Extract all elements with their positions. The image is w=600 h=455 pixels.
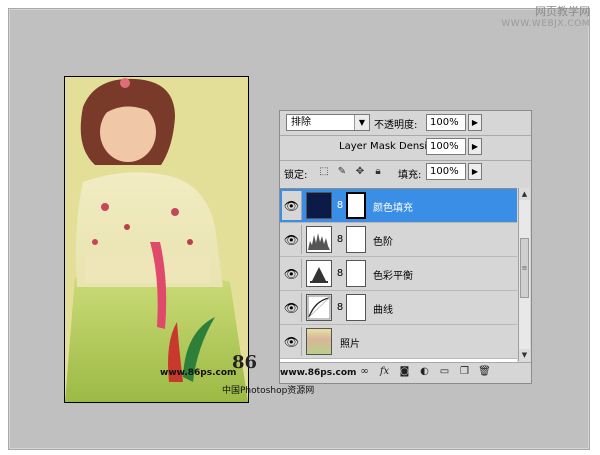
- layer-mask-thumbnail[interactable]: [346, 294, 366, 321]
- lock-icons: ⬚ ✎ ✥ 🔒︎: [318, 166, 384, 177]
- layers-bottom-toolbar: www.86ps.com ∞ fx ◙ ◐ ▭ ❐ 🗑︎: [280, 362, 531, 383]
- layers-scrollbar[interactable]: ▲ ≡ ▼: [518, 188, 530, 361]
- bottom-site-watermark: www.86ps.com: [280, 368, 357, 378]
- lock-brush-icon[interactable]: ✎: [336, 166, 348, 177]
- layer-name: 颜色填充: [373, 203, 413, 214]
- opacity-label: 不透明度:: [374, 120, 418, 131]
- blend-mode-select[interactable]: 排除 ▼: [286, 114, 370, 131]
- lock-move-icon[interactable]: ✥: [354, 166, 366, 177]
- fill-stepper[interactable]: ▶: [468, 163, 482, 180]
- visibility-eye-icon[interactable]: 👁︎: [282, 191, 302, 220]
- fill-label: 填充:: [398, 170, 422, 181]
- mask-density-stepper[interactable]: ▶: [468, 138, 482, 155]
- layer-mask-thumbnail[interactable]: [346, 226, 366, 253]
- photo-illustration: [65, 77, 248, 402]
- photo-cn-watermark: 中国Photoshop资源网: [222, 386, 315, 396]
- link-icon[interactable]: ∞: [358, 366, 371, 377]
- solid-color-fill-icon[interactable]: [306, 192, 332, 219]
- layer-name: 照片: [340, 339, 360, 350]
- visibility-eye-icon[interactable]: 👁︎: [282, 293, 302, 322]
- layer-row-photo[interactable]: 👁︎ 照片: [280, 325, 517, 359]
- new-layer-icon[interactable]: ❐: [458, 366, 471, 377]
- link-chain-icon: 8: [336, 234, 344, 245]
- divider: [280, 135, 531, 136]
- opacity-input[interactable]: 100%: [426, 114, 466, 131]
- layer-row-curves[interactable]: 👁︎ 8 曲线: [280, 291, 517, 325]
- chevron-right-icon: ▶: [471, 142, 479, 151]
- layer-name: 色彩平衡: [373, 271, 413, 282]
- color-balance-icon[interactable]: [306, 260, 332, 287]
- layers-panel: 排除 ▼ 不透明度: 100% ▶ Layer Mask Density 100…: [279, 110, 532, 384]
- layer-mask-thumbnail[interactable]: [346, 192, 366, 219]
- mask-icon[interactable]: ◙: [398, 366, 411, 377]
- chevron-down-icon[interactable]: ▼: [354, 115, 369, 130]
- watermark-line1: 网页教学网: [535, 5, 590, 18]
- watermark-line2: WWW.WEBJX.COM: [501, 19, 590, 29]
- layer-mask-thumbnail[interactable]: [346, 260, 366, 287]
- layer-name: 曲线: [373, 305, 393, 316]
- lock-all-icon[interactable]: 🔒︎: [372, 166, 384, 177]
- visibility-eye-icon[interactable]: 👁︎: [282, 327, 302, 356]
- lock-label: 锁定:: [284, 170, 308, 181]
- curves-icon[interactable]: [306, 294, 332, 321]
- adjustment-icon[interactable]: ◐: [418, 366, 431, 377]
- link-chain-icon: 8: [336, 268, 344, 279]
- photo-thumbnail[interactable]: [306, 328, 332, 355]
- trash-icon[interactable]: 🗑︎: [478, 366, 491, 377]
- blend-mode-value: 排除: [291, 117, 311, 128]
- layer-row-levels[interactable]: 👁︎ 8 色阶: [280, 223, 517, 257]
- photo-site-watermark: www.86ps.com: [160, 368, 237, 378]
- link-chain-icon: 8: [336, 200, 344, 211]
- scroll-down-icon[interactable]: ▼: [519, 349, 530, 361]
- scroll-thumb[interactable]: ≡: [520, 238, 529, 298]
- layers-list: 👁︎ 8 颜色填充 👁︎ 8 色阶 👁︎ 8 色彩平衡 👁︎ 8 曲线 👁︎ 照…: [280, 188, 517, 362]
- layer-row-color-fill[interactable]: 👁︎ 8 颜色填充: [280, 189, 517, 223]
- levels-histogram-icon[interactable]: [306, 226, 332, 253]
- fill-input[interactable]: 100%: [426, 163, 466, 180]
- link-chain-icon: 8: [336, 302, 344, 313]
- mask-density-label: Layer Mask Density: [339, 141, 438, 152]
- mask-density-input[interactable]: 100%: [426, 138, 466, 155]
- opacity-stepper[interactable]: ▶: [468, 114, 482, 131]
- chevron-right-icon: ▶: [471, 167, 479, 176]
- folder-icon[interactable]: ▭: [438, 366, 451, 377]
- lock-transparent-icon[interactable]: ⬚: [318, 166, 330, 177]
- corner-watermark: 网页教学网 WWW.WEBJX.COM: [501, 6, 590, 30]
- layer-row-color-balance[interactable]: 👁︎ 8 色彩平衡: [280, 257, 517, 291]
- layer-name: 色阶: [373, 237, 393, 248]
- scroll-up-icon[interactable]: ▲: [519, 188, 530, 200]
- photo-canvas[interactable]: [64, 76, 249, 403]
- chevron-right-icon: ▶: [471, 118, 479, 127]
- divider: [280, 160, 531, 161]
- visibility-eye-icon[interactable]: 👁︎: [282, 259, 302, 288]
- fx-icon[interactable]: fx: [378, 366, 391, 377]
- visibility-eye-icon[interactable]: 👁︎: [282, 225, 302, 254]
